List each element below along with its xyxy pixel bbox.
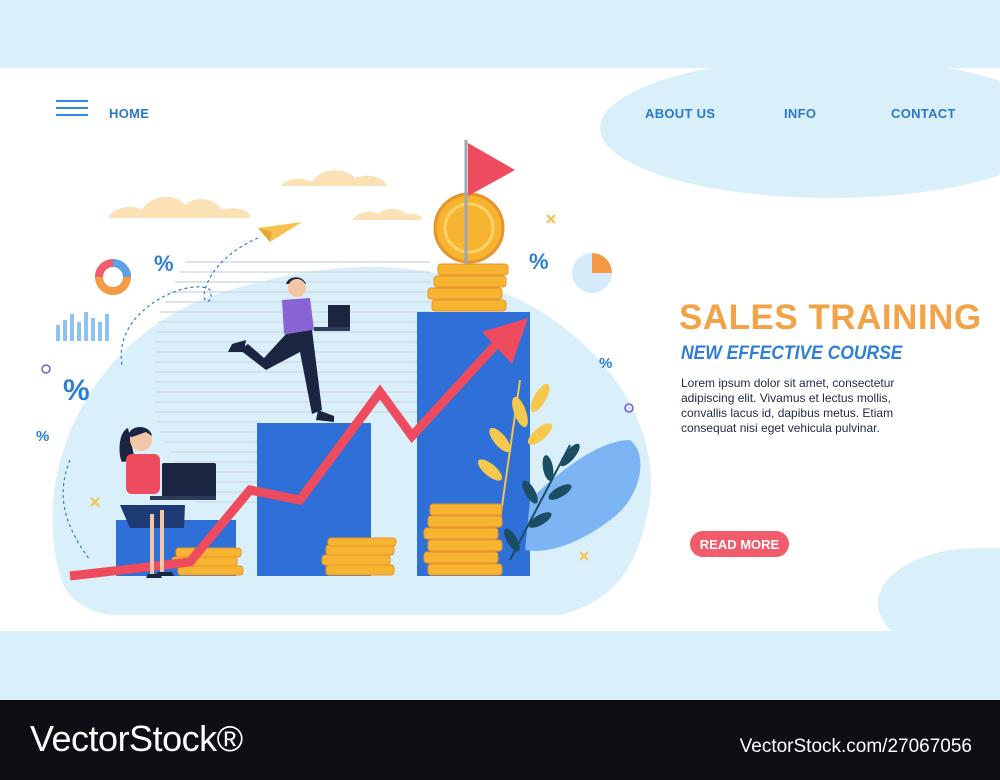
- percent-icon: %: [529, 249, 549, 274]
- percent-icon: %: [154, 251, 174, 276]
- ring-icon: [41, 364, 51, 374]
- cloud-small: [352, 208, 422, 220]
- percent-icon: %: [36, 428, 49, 445]
- percent-icon: %: [599, 355, 612, 372]
- bar-chart-icon: [56, 312, 109, 341]
- coin-stack-middle: [321, 537, 397, 576]
- hero-description: Lorem ipsum dolor sit amet, consectetur …: [681, 376, 895, 435]
- coin-stack-top: [427, 263, 509, 312]
- percent-icon: %: [63, 374, 90, 407]
- cloud-left: [108, 196, 251, 218]
- nav-home-link[interactable]: HOME: [109, 106, 149, 121]
- pie-chart-icon: [572, 253, 612, 293]
- nav-about-link[interactable]: ABOUT US: [645, 106, 715, 121]
- nav-contact-link[interactable]: CONTACT: [891, 106, 956, 121]
- top-navigation: HOME ABOUT US INFO CONTACT: [0, 96, 1000, 132]
- donut-chart-icon: [95, 259, 131, 295]
- watermark-brand: VectorStock®: [30, 718, 243, 759]
- watermark-url: VectorStock.com/27067056: [739, 736, 972, 757]
- coin-stack-right: [423, 503, 503, 576]
- landing-page: % % % % % HOME ABOUT US INFO CONTACT SAL…: [0, 0, 1000, 700]
- laptop-icon: [162, 463, 216, 497]
- nav-info-link[interactable]: INFO: [784, 106, 816, 121]
- cross-icon: [546, 214, 556, 224]
- cloud-mid: [280, 170, 387, 186]
- hero-subtitle: NEW EFFECTIVE COURSE: [681, 343, 903, 364]
- hero-title: SALES TRAINING: [679, 298, 982, 337]
- laptop-icon: [328, 305, 350, 329]
- hamburger-menu-icon[interactable]: [56, 100, 88, 118]
- read-more-button[interactable]: READ MORE: [690, 531, 789, 557]
- flag-icon: [468, 143, 515, 196]
